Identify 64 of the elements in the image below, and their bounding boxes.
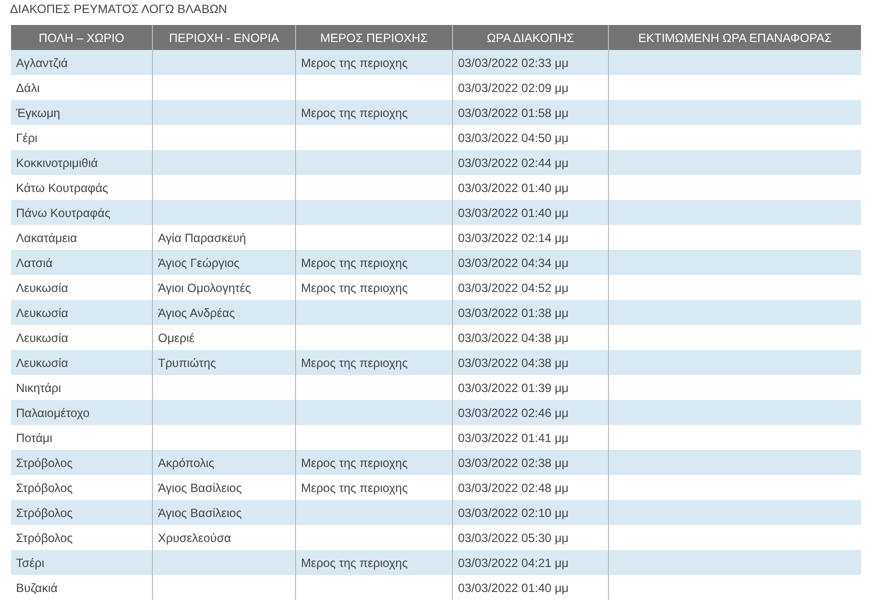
table-cell-text: Ποτάμι xyxy=(16,430,52,446)
table-cell-text: Λευκωσία xyxy=(16,280,68,296)
table-cell-text: 03/03/2022 04:38 μμ xyxy=(458,354,569,372)
table-cell-text: Στρόβολος xyxy=(16,530,73,546)
table-cell-text: 03/03/2022 04:38 μμ xyxy=(458,330,569,346)
table-cell-text: 03/03/2022 04:50 μμ xyxy=(458,130,569,146)
table-cell-text: Ομεριέ xyxy=(158,330,194,346)
table-cell-text: 03/03/2022 02:14 μμ xyxy=(458,230,569,246)
table-cell-text: Στρόβολος xyxy=(16,454,73,472)
table-cell-text: Αγία Παρασκευή xyxy=(158,230,246,246)
column-header: ΠΟΛΗ – ΧΩΡΙΟ xyxy=(38,30,126,46)
table-cell-text: Άγιος Βασίλειος xyxy=(158,480,242,496)
table-cell-text: Στρόβολος xyxy=(16,480,73,496)
table-cell-text: Άγιοι Ομολογητές xyxy=(158,280,251,296)
table-cell-text: 03/03/2022 01:40 μμ xyxy=(458,180,569,196)
table-cell-text: Μερος της περιοχης xyxy=(301,554,408,572)
table-cell-text: 03/03/2022 02:10 μμ xyxy=(458,504,569,522)
table-cell-text: Δάλι xyxy=(16,80,40,96)
table-cell-text: Μερος της περιοχης xyxy=(301,480,408,496)
table-cell-text: Άγιος Ανδρέας xyxy=(158,304,235,322)
table-cell-text: Ακρόπολις xyxy=(158,454,214,472)
table-cell-text: Χρυσελεούσα xyxy=(158,530,232,546)
table-cell-text: 03/03/2022 02:48 μμ xyxy=(458,480,569,496)
table-cell-text: 03/03/2022 01:40 μμ xyxy=(458,204,569,222)
table-cell-text: 03/03/2022 02:46 μμ xyxy=(458,404,569,422)
page-title: ΔΙΑΚΟΠΕΣ ΡΕΥΜΑΤΟΣ ΛΟΓΩ ΒΛΑΒΩΝ xyxy=(10,1,228,18)
table-cell-text: Τρυπιώτης xyxy=(158,354,216,372)
table-cell-text: 03/03/2022 02:38 μμ xyxy=(458,454,569,472)
table-cell-text: Παλαιομέτοχο xyxy=(16,404,90,422)
table-cell-text: Έγκωμη xyxy=(16,104,60,122)
table-cell-text: 03/03/2022 02:09 μμ xyxy=(458,80,569,96)
table-cell-text: Μερος της περιοχης xyxy=(301,54,408,72)
table-cell-text: Άγιος Βασίλειος xyxy=(158,504,242,522)
table-cell-text: Λατσιά xyxy=(16,254,53,272)
table-cell-text: Αγλαντζιά xyxy=(16,54,68,72)
table-cell-text: 03/03/2022 04:21 μμ xyxy=(458,554,569,572)
table-cell-text: 03/03/2022 01:40 μμ xyxy=(458,580,569,596)
table-cell-text: Κοκκινοτριμιθιά xyxy=(16,154,98,172)
table-cell-text: 03/03/2022 05:30 μμ xyxy=(458,530,569,546)
table-cell-text: Γέρι xyxy=(16,130,38,146)
table-cell-text: Πάνω Κουτραφάς xyxy=(16,204,110,222)
table-cell-text: 03/03/2022 04:52 μμ xyxy=(458,280,569,296)
table-cell-text: Λευκωσία xyxy=(16,330,68,346)
table-cell-text: Βυζακιά xyxy=(16,580,58,596)
table-cell-text: Λακατάμεια xyxy=(16,230,78,246)
table-cell-text: Μερος της περιοχης xyxy=(301,280,408,296)
table-cell-text: Μερος της περιοχης xyxy=(301,454,408,472)
table-cell-text: Τσέρι xyxy=(16,554,44,572)
table-cell-text: Λευκωσία xyxy=(16,354,68,372)
table-cell-text: Μερος της περιοχης xyxy=(301,354,408,372)
table-cell-text: Στρόβολος xyxy=(16,504,73,522)
table-cell-text: 03/03/2022 04:34 μμ xyxy=(458,254,569,272)
table-cell-text: Νικητάρι xyxy=(16,380,62,396)
table-cell-text: Άγιος Γεώργιος xyxy=(158,254,240,272)
table-cell-text: 03/03/2022 01:38 μμ xyxy=(458,304,569,322)
table-cell-text: Μερος της περιοχης xyxy=(301,104,408,122)
table-cell-text: 03/03/2022 02:44 μμ xyxy=(458,154,569,172)
table-cell-text: 03/03/2022 01:39 μμ xyxy=(458,380,569,396)
table-cell-text: Μερος της περιοχης xyxy=(301,254,408,272)
table-cell-text: 03/03/2022 01:41 μμ xyxy=(458,430,569,446)
table-cell-text: 03/03/2022 01:58 μμ xyxy=(458,104,569,122)
table-cell-text: Λευκωσία xyxy=(16,304,68,322)
table-cell-text: Κάτω Κουτραφάς xyxy=(16,180,108,196)
table-cell-text: 03/03/2022 02:33 μμ xyxy=(458,54,569,72)
